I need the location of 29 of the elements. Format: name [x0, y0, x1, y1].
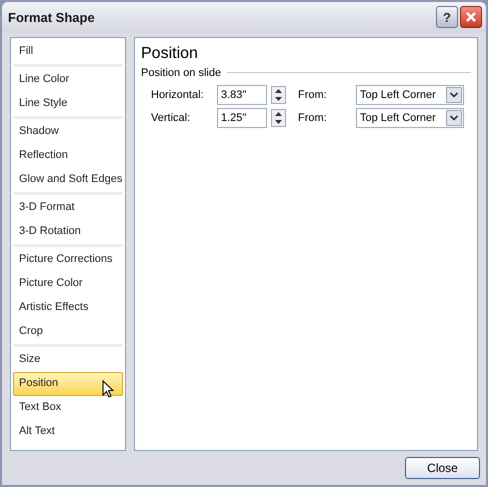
from-label: From:	[298, 110, 328, 126]
category-item[interactable]: Picture Corrections	[13, 248, 123, 272]
close-dialog-button[interactable]: Close	[405, 456, 480, 479]
from-label: From:	[298, 88, 328, 103]
corner-dropdown[interactable]: Top Left Corner	[356, 85, 464, 106]
help-button[interactable]: ?	[436, 6, 458, 28]
category-item[interactable]: 3-D Rotation	[13, 220, 123, 244]
category-item[interactable]: Alt Text	[13, 420, 123, 444]
corner-dropdown[interactable]: Top Left Corner	[356, 108, 464, 128]
section-title: Position on slide	[141, 66, 222, 81]
category-item[interactable]: Crop	[13, 320, 123, 344]
category-item[interactable]: Reflection	[13, 144, 123, 168]
category-item[interactable]: Shadow	[13, 120, 123, 144]
category-item[interactable]: 3-D Format	[13, 196, 123, 220]
panel-title: Position	[141, 44, 199, 64]
category-item[interactable]: Line Color	[13, 68, 123, 92]
category-item[interactable]: Fill	[13, 40, 123, 64]
category-item[interactable]: Picture Color	[13, 272, 123, 296]
field-label: Horizontal:	[151, 88, 205, 103]
window-title: Format Shape	[8, 8, 95, 27]
category-item[interactable]: Artistic Effects	[13, 296, 123, 320]
category-item[interactable]: Line Style	[13, 92, 123, 116]
category-item[interactable]: Text Box	[13, 396, 123, 420]
category-item[interactable]: Size	[13, 348, 123, 372]
category-item[interactable]: Glow and Soft Edges	[13, 168, 123, 192]
value-field[interactable]: 1.25"	[217, 108, 267, 128]
field-label: Vertical:	[151, 110, 192, 126]
value-field[interactable]: 3.83"	[217, 85, 267, 106]
category-item[interactable]: Position	[13, 372, 123, 396]
